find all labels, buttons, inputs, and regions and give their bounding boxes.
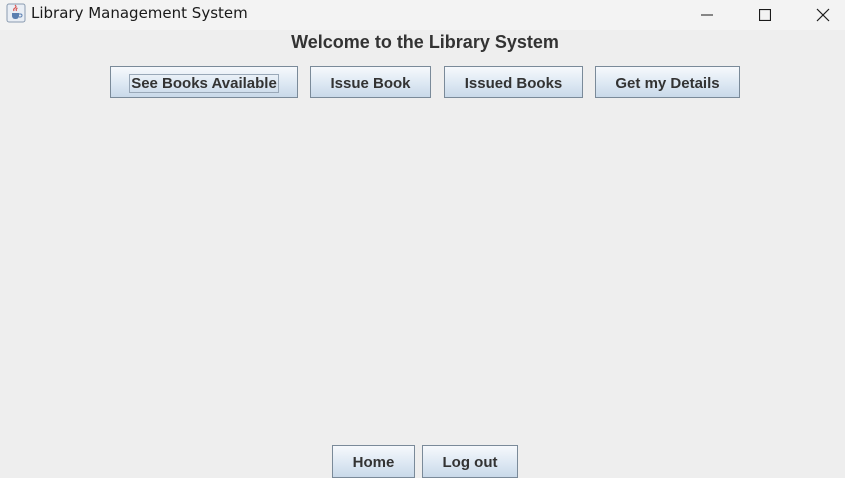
see-books-available-button[interactable]: See Books Available bbox=[110, 66, 298, 98]
get-my-details-label: Get my Details bbox=[615, 74, 720, 92]
minimize-icon bbox=[701, 9, 713, 21]
minimize-button[interactable] bbox=[684, 0, 730, 30]
main-panel: Welcome to the Library System See Books … bbox=[0, 30, 845, 478]
issue-book-button[interactable]: Issue Book bbox=[310, 66, 431, 98]
window-title: Library Management System bbox=[31, 4, 248, 22]
close-icon bbox=[816, 8, 830, 22]
issued-books-label: Issued Books bbox=[464, 74, 563, 92]
page-title: Welcome to the Library System bbox=[291, 32, 559, 52]
get-my-details-button[interactable]: Get my Details bbox=[595, 66, 740, 98]
maximize-button[interactable] bbox=[742, 0, 788, 30]
home-label: Home bbox=[352, 454, 395, 471]
see-books-available-label: See Books Available bbox=[129, 73, 279, 93]
java-coffee-cup-icon bbox=[6, 3, 26, 23]
issue-book-label: Issue Book bbox=[330, 74, 411, 92]
issued-books-button[interactable]: Issued Books bbox=[444, 66, 583, 98]
close-button[interactable] bbox=[800, 0, 845, 30]
logout-button[interactable]: Log out bbox=[422, 445, 518, 478]
maximize-icon bbox=[759, 9, 771, 21]
title-bar[interactable]: Library Management System bbox=[0, 0, 845, 30]
logout-label: Log out bbox=[442, 454, 498, 471]
home-button[interactable]: Home bbox=[332, 445, 415, 478]
